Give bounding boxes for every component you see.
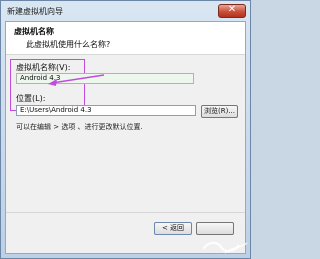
back-button[interactable]: < 返回 — [154, 222, 192, 235]
next-button[interactable] — [196, 222, 234, 235]
location-label: 位置(L): — [16, 94, 46, 103]
title-bar[interactable]: 新建虚拟机向导 ✕ — [1, 1, 250, 21]
close-icon: ✕ — [227, 4, 237, 15]
close-button[interactable]: ✕ — [218, 4, 246, 18]
location-hint: 可以在编辑 > 选项 、进行更改默认位置. — [16, 123, 143, 131]
watermark-logo — [202, 241, 248, 254]
page-description: 此虚拟机使用什么名称? — [26, 40, 111, 49]
wizard-content: 虚拟机名称 此虚拟机使用什么名称? 虚拟机名称(V): Android 4.3 … — [5, 21, 246, 254]
page-title: 虚拟机名称 — [14, 27, 54, 36]
browse-button[interactable]: 浏览(R)... — [201, 105, 238, 118]
location-input[interactable]: E:\Users\Android 4.3 — [16, 105, 196, 116]
window-title: 新建虚拟机向导 — [7, 7, 63, 16]
wizard-window: 新建虚拟机向导 ✕ 虚拟机名称 此虚拟机使用什么名称? 虚拟机名称(V): An… — [0, 0, 251, 259]
annotation-arrow-icon — [48, 74, 105, 86]
wizard-header: 虚拟机名称 此虚拟机使用什么名称? — [6, 22, 245, 55]
